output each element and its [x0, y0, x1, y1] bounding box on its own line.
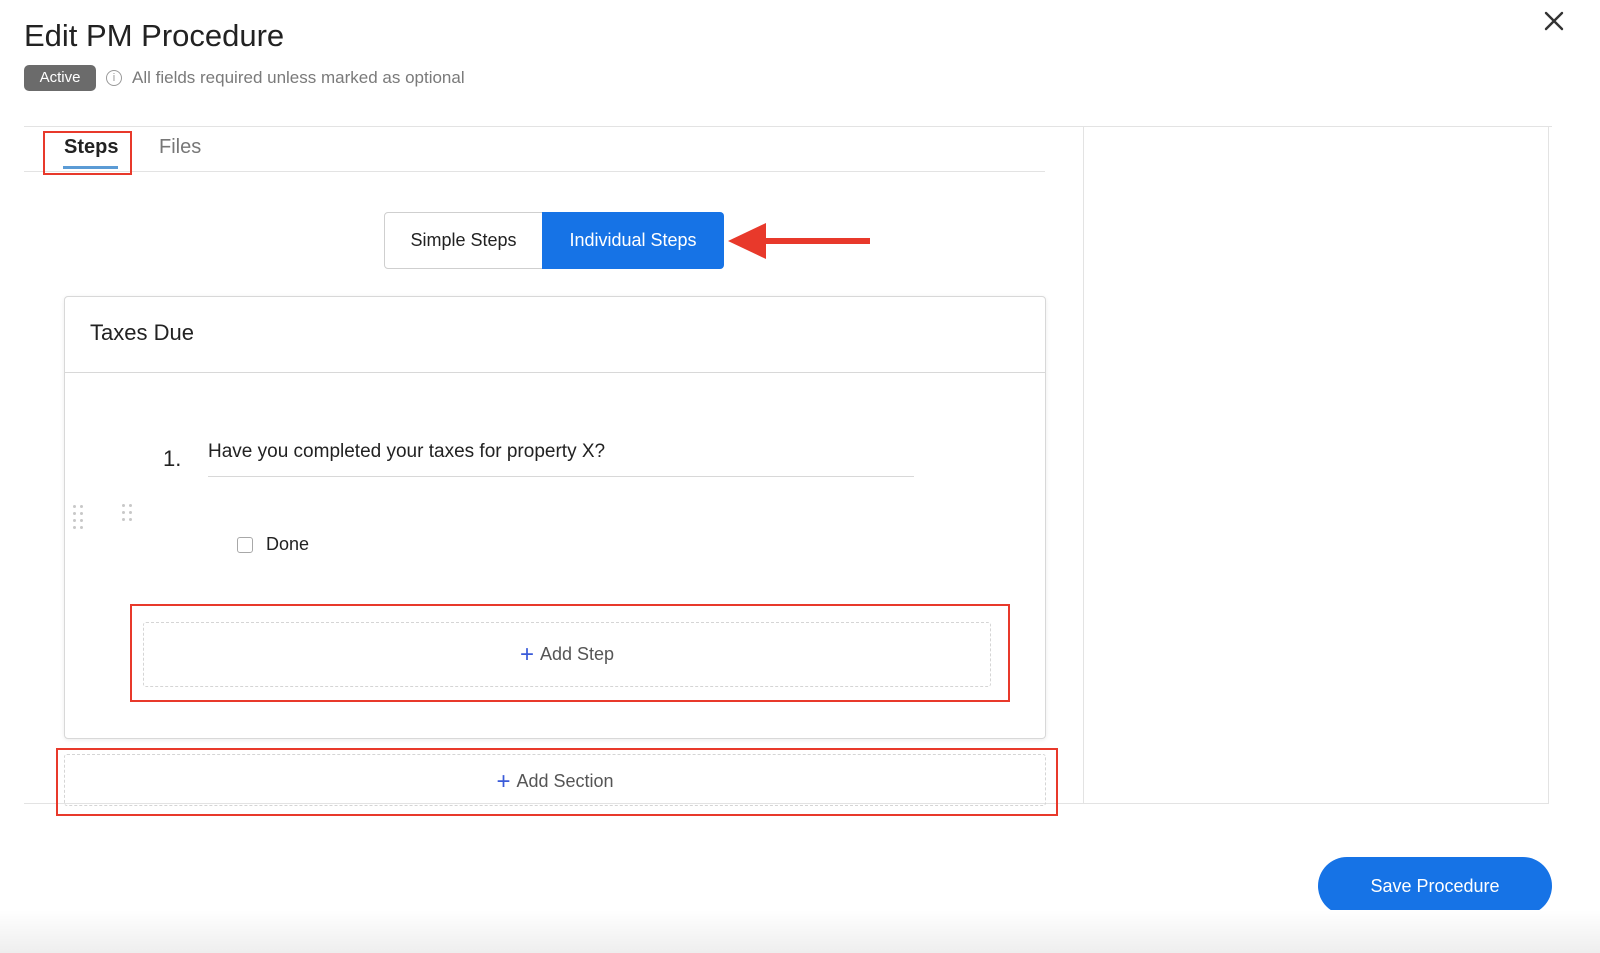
- required-fields-note: All fields required unless marked as opt…: [132, 68, 465, 87]
- section-title[interactable]: Taxes Due: [90, 320, 194, 346]
- section-header-divider: [64, 372, 1046, 373]
- footer-shade: [0, 910, 1600, 953]
- simple-steps-toggle[interactable]: Simple Steps: [384, 212, 543, 269]
- done-checkbox[interactable]: [237, 537, 253, 553]
- tab-files[interactable]: Files: [159, 136, 201, 159]
- save-procedure-button[interactable]: Save Procedure: [1318, 857, 1552, 915]
- step-drag-handle-icon[interactable]: [122, 504, 132, 521]
- info-icon: i: [106, 70, 122, 86]
- annotation-highlight-steps-tab: [43, 131, 132, 175]
- tabs-divider: [24, 171, 1045, 172]
- annotation-arrow: [728, 223, 870, 259]
- panel-divider: [1083, 126, 1084, 804]
- status-badge: Active: [24, 65, 96, 91]
- done-checkbox-label: Done: [266, 534, 310, 554]
- step-text-input[interactable]: Have you completed your taxes for proper…: [208, 441, 605, 463]
- page-title: Edit PM Procedure: [24, 18, 285, 53]
- annotation-highlight-add-section: [56, 748, 1058, 816]
- panel-border-right: [1548, 126, 1549, 804]
- annotation-highlight-add-step: [130, 604, 1010, 702]
- individual-steps-toggle[interactable]: Individual Steps: [542, 212, 724, 269]
- step-number: 1.: [163, 446, 182, 471]
- section-drag-handle-icon[interactable]: [73, 505, 83, 529]
- panel-border-top: [24, 126, 1552, 127]
- step-input-underline: [208, 476, 914, 477]
- close-icon[interactable]: [1537, 4, 1571, 38]
